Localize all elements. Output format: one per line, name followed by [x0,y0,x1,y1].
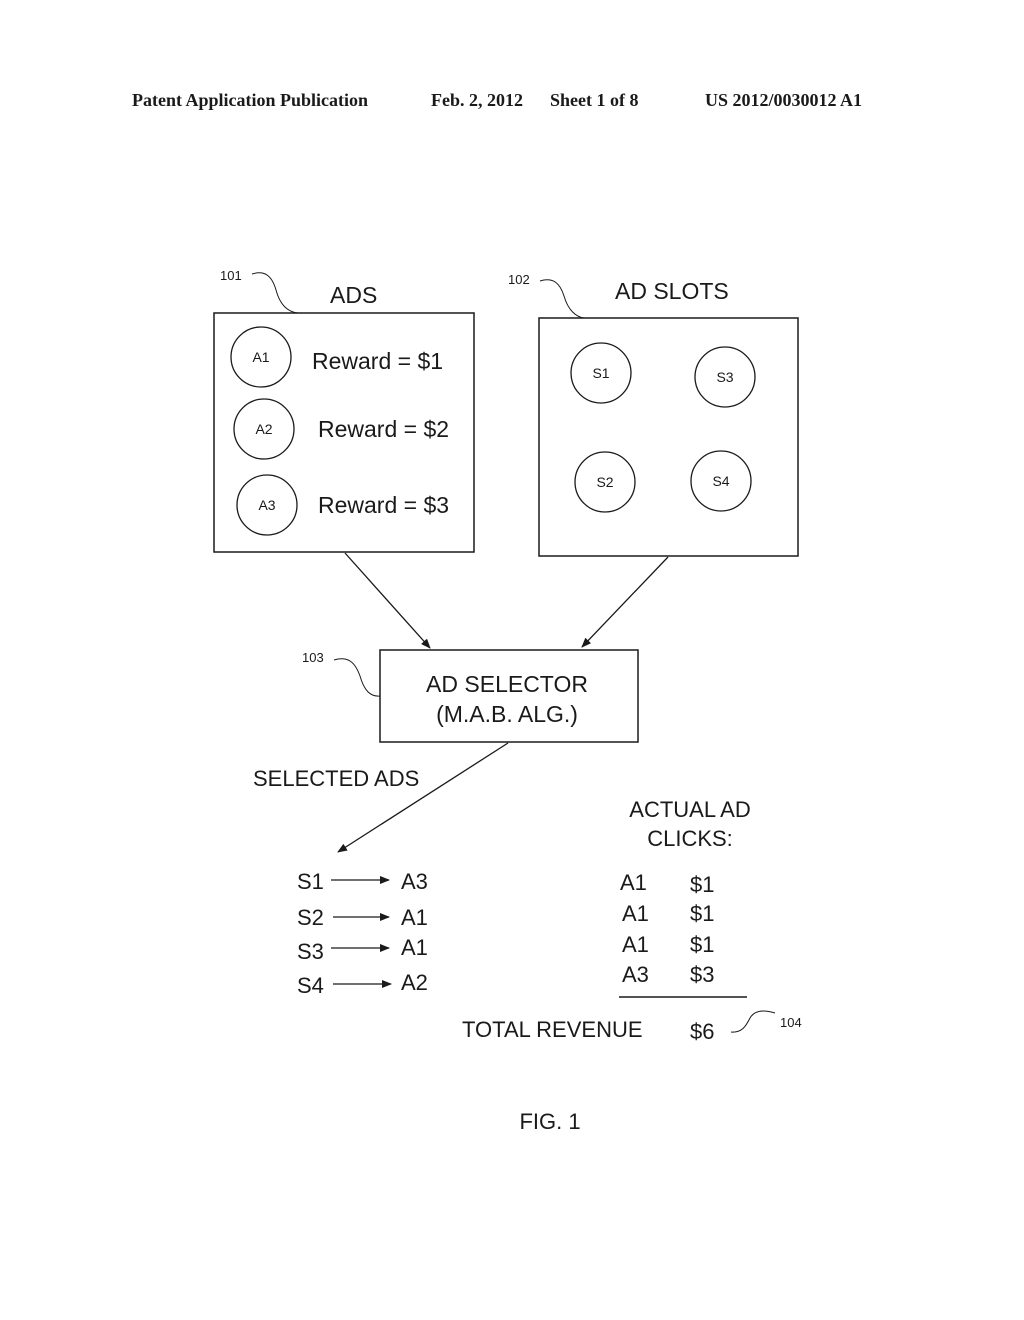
total-ref-leader [730,1010,776,1033]
mapping-slot: S2 [297,905,324,930]
click-value: $1 [690,932,714,957]
selector-line1: AD SELECTOR [426,671,588,697]
slot-id: S3 [716,369,733,385]
click-row: A3 $3 [622,962,714,987]
slots-to-selector-arrow [581,556,669,648]
clicks-title-line2: CLICKS: [647,826,733,851]
click-row: A1 $1 [620,870,714,897]
slot-id: S1 [592,365,609,381]
mapping-row: S4 A2 [297,970,428,998]
ad-item: A1 Reward = $1 [230,326,443,388]
slot-id: S4 [712,473,729,489]
ad-id: A1 [252,349,269,365]
selected-ads-arrow [337,742,509,853]
click-row: A1 $1 [622,932,714,957]
selector-ref-label: 103 [302,650,324,665]
ads-title: ADS [330,282,377,308]
slot-item: S2 [574,451,636,513]
mapping-ad: A2 [401,970,428,995]
total-revenue-value: $6 [690,1019,714,1044]
click-ad: A3 [622,962,649,987]
mapping-slot: S1 [297,869,324,894]
clicks-title-line1: ACTUAL AD [629,797,750,822]
slot-item: S1 [570,342,632,404]
total-revenue-label: TOTAL REVENUE [462,1017,643,1042]
figure-label: FIG. 1 [519,1109,580,1134]
actual-clicks: ACTUAL AD CLICKS: A1 $1 A1 $1 A1 $1 A3 $… [462,797,802,1044]
ad-id: A3 [258,497,275,513]
mapping-row: S1 A3 [297,869,428,894]
selector-ref-leader [333,658,381,697]
selected-ads-label: SELECTED ADS [253,766,419,791]
ad-id: A2 [255,421,272,437]
mapping-slot: S3 [297,939,324,964]
click-ad: A1 [622,932,649,957]
ad-selector-box: 103 AD SELECTOR (M.A.B. ALG.) [302,649,639,743]
mapping-row: S2 A1 [297,905,428,930]
mapping-ad: A1 [401,905,428,930]
mapping-slot: S4 [297,973,324,998]
ad-reward: Reward = $1 [312,348,443,374]
click-value: $1 [690,901,714,926]
ads-box: 101 ADS A1 Reward = $1 A2 Reward = $2 A3… [213,268,475,553]
click-value: $3 [690,962,714,987]
slot-id: S2 [596,474,613,490]
click-row: A1 $1 [622,901,714,926]
figure-diagram: 101 ADS A1 Reward = $1 A2 Reward = $2 A3… [213,268,802,1134]
ads-ref-leader [251,272,299,314]
mapping-row: S3 A1 [297,935,428,964]
ads-ref-label: 101 [220,268,242,283]
slot-item: S3 [694,346,756,408]
selector-line2: (M.A.B. ALG.) [436,701,578,727]
slots-ref-label: 102 [508,272,530,287]
ad-item: A3 Reward = $3 [236,474,449,536]
click-ad: A1 [622,901,649,926]
mapping-ad: A1 [401,935,428,960]
slot-item: S4 [690,450,752,512]
ad-item: A2 Reward = $2 [233,398,449,460]
click-ad: A1 [620,870,647,895]
ad-reward: Reward = $2 [318,416,449,442]
ad-reward: Reward = $3 [318,492,449,518]
total-ref-label: 104 [780,1015,802,1030]
ads-to-selector-arrow [344,552,431,649]
slots-title: AD SLOTS [615,278,729,304]
click-value: $1 [690,872,714,897]
slots-ref-leader [539,279,585,319]
mapping-ad: A3 [401,869,428,894]
slots-box: 102 AD SLOTS S1 S3 S2 S4 [508,272,799,557]
